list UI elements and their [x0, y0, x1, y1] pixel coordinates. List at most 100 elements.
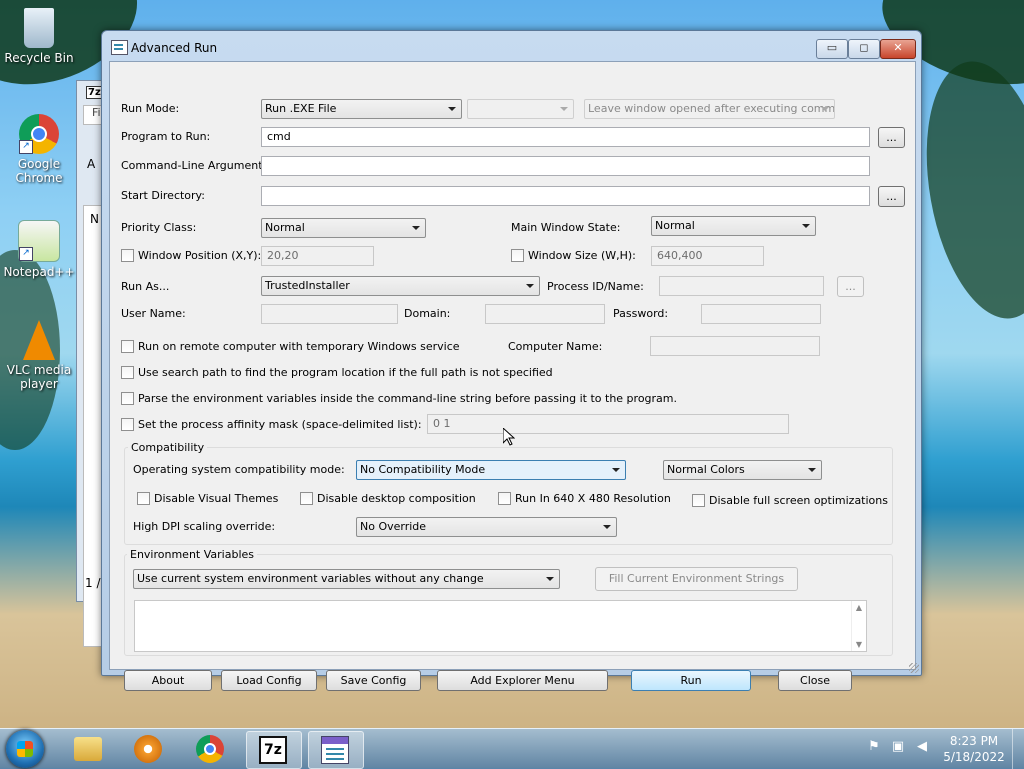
- taskbar-7zip[interactable]: 7z: [246, 731, 302, 769]
- checkbox-box: [498, 492, 511, 505]
- env-mode-dropdown[interactable]: Use current system environment variables…: [133, 569, 560, 589]
- scroll-up-icon[interactable]: ▲: [852, 603, 866, 612]
- main-window-state-dropdown[interactable]: Normal: [651, 216, 816, 236]
- window-position-input: 20,20: [261, 246, 374, 266]
- search-path-label: Use search path to find the program loca…: [138, 366, 553, 379]
- priority-label: Priority Class:: [121, 221, 197, 234]
- advanced-run-icon: [321, 736, 349, 764]
- run-as-dropdown[interactable]: TrustedInstaller: [261, 276, 540, 296]
- title-bar[interactable]: Advanced Run ▭ ◻ ✕: [102, 31, 921, 61]
- chrome-icon: [196, 735, 224, 763]
- main-window-state-label: Main Window State:: [511, 221, 621, 234]
- os-compat-dropdown[interactable]: No Compatibility Mode: [356, 460, 626, 480]
- chevron-down-icon: [412, 226, 420, 230]
- chevron-down-icon: [448, 107, 456, 111]
- desktop-icon-recycle-bin[interactable]: Recycle Bin: [2, 8, 76, 65]
- program-browse-button[interactable]: ...: [878, 127, 905, 148]
- show-desktop-button[interactable]: [1012, 729, 1024, 769]
- resize-grip[interactable]: [909, 663, 919, 673]
- volume-icon[interactable]: ◀: [914, 739, 930, 755]
- disable-themes-label: Disable Visual Themes: [154, 492, 279, 505]
- taskbar-google-chrome[interactable]: [184, 731, 238, 767]
- disable-composition-label: Disable desktop composition: [317, 492, 476, 505]
- scroll-down-icon[interactable]: ▼: [852, 640, 866, 649]
- checkbox-box: [121, 340, 134, 353]
- network-icon[interactable]: ▣: [890, 739, 906, 755]
- desktop-icon-label: Notepad++: [3, 265, 75, 279]
- user-name-label: User Name:: [121, 307, 186, 320]
- 7zip-status-fragment: 1 /: [85, 576, 101, 590]
- chevron-down-icon: [526, 284, 534, 288]
- chevron-down-icon: [808, 468, 816, 472]
- dpi-dropdown[interactable]: No Override: [356, 517, 617, 537]
- folder-icon: [74, 737, 102, 761]
- window-size-checkbox[interactable]: Window Size (W,H):: [511, 249, 636, 262]
- colors-dropdown[interactable]: Normal Colors: [663, 460, 822, 480]
- run-button[interactable]: Run: [631, 670, 751, 691]
- start-button[interactable]: [6, 730, 44, 768]
- desktop-icon-vlc[interactable]: VLC media player: [2, 320, 76, 391]
- close-button[interactable]: Close: [778, 670, 852, 691]
- close-window-button[interactable]: ✕: [880, 39, 916, 59]
- program-input[interactable]: cmd: [261, 127, 870, 147]
- disable-fullscreen-checkbox[interactable]: Disable full screen optimizations: [692, 494, 888, 507]
- mouse-cursor-icon: [502, 426, 516, 446]
- run-640-checkbox[interactable]: Run In 640 X 480 Resolution: [498, 492, 671, 505]
- run-mode-label: Run Mode:: [121, 102, 180, 115]
- run-mode-dropdown[interactable]: Run .EXE File: [261, 99, 462, 119]
- run-as-label: Run As...: [121, 280, 170, 293]
- parse-env-checkbox[interactable]: Parse the environment variables inside t…: [121, 392, 677, 405]
- disable-composition-checkbox[interactable]: Disable desktop composition: [300, 492, 476, 505]
- taskbar-media-player[interactable]: [122, 731, 176, 767]
- textarea-scrollbar[interactable]: ▲ ▼: [851, 601, 866, 651]
- priority-dropdown[interactable]: Normal: [261, 218, 426, 238]
- affinity-checkbox[interactable]: Set the process affinity mask (space-del…: [121, 418, 422, 431]
- run-mode-value: Run .EXE File: [265, 102, 337, 115]
- checkbox-box: [121, 249, 134, 262]
- about-button[interactable]: About: [124, 670, 212, 691]
- os-compat-label: Operating system compatibility mode:: [133, 463, 345, 476]
- search-path-checkbox[interactable]: Use search path to find the program loca…: [121, 366, 553, 379]
- desktop-icon-notepad-plus-plus[interactable]: ↗ Notepad++: [2, 220, 76, 279]
- taskbar-windows-explorer[interactable]: [62, 731, 116, 767]
- args-input[interactable]: [261, 156, 870, 176]
- remote-computer-checkbox[interactable]: Run on remote computer with temporary Wi…: [121, 340, 460, 353]
- start-dir-input[interactable]: [261, 186, 870, 206]
- window-position-checkbox[interactable]: Window Position (X,Y):: [121, 249, 261, 262]
- user-name-input: [261, 304, 398, 324]
- window-title: Advanced Run: [131, 41, 218, 55]
- dpi-label: High DPI scaling override:: [133, 520, 276, 533]
- process-id-label: Process ID/Name:: [547, 280, 644, 293]
- start-dir-browse-button[interactable]: ...: [878, 186, 905, 207]
- load-config-button[interactable]: Load Config: [221, 670, 317, 691]
- chevron-down-icon: [821, 107, 829, 111]
- chevron-down-icon: [560, 107, 568, 111]
- minimize-button[interactable]: ▭: [816, 39, 848, 59]
- 7zip-icon-text: 7z: [264, 742, 282, 758]
- leave-window-value: Leave window opened after executing comm…: [588, 102, 835, 115]
- notepad-plus-plus-icon: ↗: [18, 220, 60, 262]
- checkbox-box: [511, 249, 524, 262]
- save-config-button[interactable]: Save Config: [326, 670, 421, 691]
- taskbar-clock[interactable]: 8:23 PM 5/18/2022: [940, 733, 1008, 765]
- affinity-input: 0 1: [427, 414, 789, 434]
- colors-value: Normal Colors: [667, 463, 745, 476]
- action-center-flag-icon[interactable]: ⚑: [866, 739, 882, 755]
- recycle-bin-icon: [24, 8, 54, 48]
- remote-computer-label: Run on remote computer with temporary Wi…: [138, 340, 460, 353]
- advanced-run-window[interactable]: Advanced Run ▭ ◻ ✕ Run Mode: Run .EXE Fi…: [101, 30, 922, 691]
- computer-name-input: [650, 336, 820, 356]
- leave-window-dropdown: Leave window opened after executing comm…: [584, 99, 835, 119]
- taskbar-advanced-run[interactable]: [308, 731, 364, 769]
- clock-date: 5/18/2022: [943, 750, 1005, 764]
- desktop-icon-label: VLC media player: [6, 363, 72, 391]
- process-id-input: [659, 276, 824, 296]
- desktop-icon-google-chrome[interactable]: ↗ Google Chrome: [2, 114, 76, 185]
- process-id-browse-button: ...: [837, 276, 864, 297]
- env-strings-textarea[interactable]: ▲ ▼: [134, 600, 867, 652]
- maximize-button[interactable]: ◻: [848, 39, 880, 59]
- disable-themes-checkbox[interactable]: Disable Visual Themes: [137, 492, 278, 505]
- desktop-icon-label: Google Chrome: [15, 157, 63, 185]
- add-explorer-menu-button[interactable]: Add Explorer Menu: [437, 670, 608, 691]
- vlc-cone-icon: [23, 320, 55, 360]
